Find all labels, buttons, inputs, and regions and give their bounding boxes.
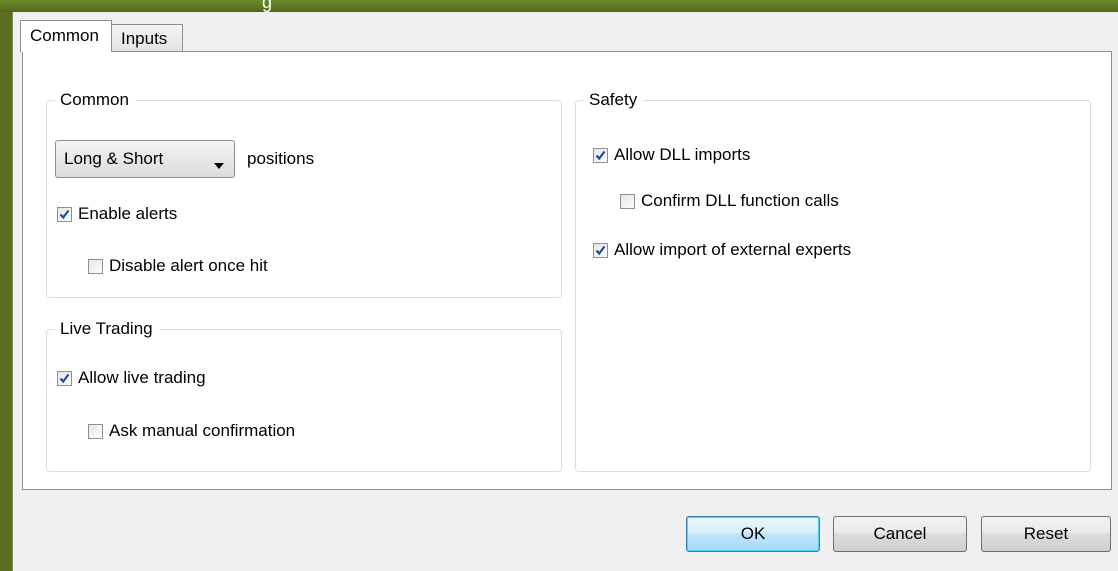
tab-inputs[interactable]: Inputs (111, 24, 183, 52)
disable-alert-once-hit-checkbox[interactable]: Disable alert once hit (88, 254, 268, 278)
enable-alerts-checkbox[interactable]: Enable alerts (57, 202, 177, 226)
window-titlebar: g (0, 0, 1118, 12)
checkbox-unchecked-icon[interactable] (88, 258, 103, 274)
tab-common[interactable]: Common (20, 20, 112, 52)
safety-group-legend: Safety (584, 88, 644, 112)
positions-suffix-row: positions (247, 147, 314, 171)
live-trading-group: Live Trading (46, 317, 562, 472)
checkbox-unchecked-icon[interactable] (88, 423, 103, 439)
ask-manual-confirmation-label: Ask manual confirmation (109, 421, 296, 440)
allow-dll-imports-checkbox[interactable]: Allow DLL imports (593, 143, 750, 167)
tab-panel: Common Long & Short positions Enable ale… (22, 51, 1112, 490)
ok-button[interactable]: OK (686, 516, 820, 552)
checkbox-unchecked-icon[interactable] (620, 193, 635, 209)
positions-select-value: Long & Short (64, 149, 164, 168)
allow-import-external-experts-checkbox[interactable]: Allow import of external experts (593, 238, 851, 262)
checkbox-checked-icon[interactable] (57, 206, 72, 222)
enable-alerts-label: Enable alerts (78, 204, 178, 223)
reset-button[interactable]: Reset (981, 516, 1111, 552)
cancel-button[interactable]: Cancel (833, 516, 967, 552)
checkbox-checked-icon[interactable] (57, 370, 72, 386)
confirm-dll-function-calls-checkbox[interactable]: Confirm DLL function calls (620, 189, 839, 213)
allow-live-trading-label: Allow live trading (78, 368, 206, 387)
checkbox-checked-icon[interactable] (593, 242, 608, 258)
ask-manual-confirmation-checkbox[interactable]: Ask manual confirmation (88, 419, 295, 443)
live-trading-group-legend: Live Trading (55, 317, 159, 341)
disable-alert-once-hit-label: Disable alert once hit (109, 256, 268, 275)
common-group-legend: Common (55, 88, 135, 112)
positions-suffix-label: positions (247, 149, 315, 168)
allow-dll-imports-label: Allow DLL imports (614, 145, 751, 164)
checkbox-checked-icon[interactable] (593, 147, 608, 163)
positions-select[interactable]: Long & Short (55, 140, 235, 178)
chevron-down-icon (214, 155, 224, 175)
allow-live-trading-checkbox[interactable]: Allow live trading (57, 366, 206, 390)
allow-import-external-experts-label: Allow import of external experts (614, 240, 852, 259)
confirm-dll-function-calls-label: Confirm DLL function calls (641, 191, 839, 210)
